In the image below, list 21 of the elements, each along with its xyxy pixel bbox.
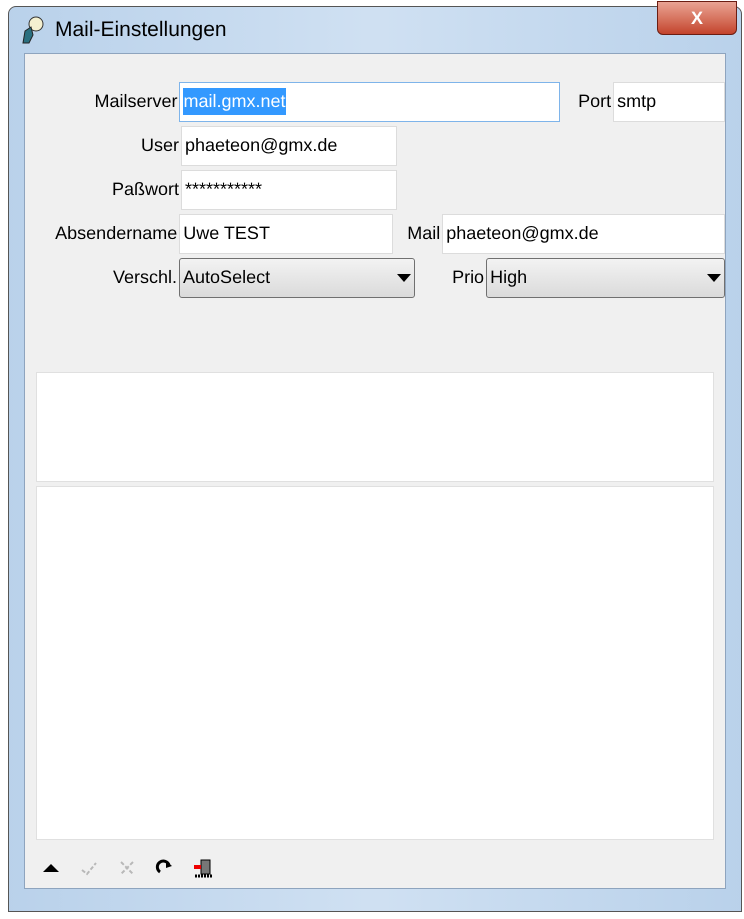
field-label: Absendername [54,222,178,246]
caret-icon [397,274,411,282]
dropdown[interactable]: AutoSelect [179,258,415,298]
input-field[interactable]: smtp [613,82,725,122]
field-label: Verschl. [112,266,178,290]
text-area[interactable] [36,372,714,482]
field-label: Mailserver [93,90,178,114]
caret-icon [707,274,721,282]
field-label: User [140,134,180,158]
field-label: Paßwort [110,178,180,202]
text-area[interactable] [36,486,714,840]
input-field[interactable]: Uwe TEST [179,214,393,254]
input-field[interactable]: phaeteon@gmx.de [442,214,725,254]
exit-door-icon [193,858,213,878]
input-field[interactable]: phaeteon@gmx.de [181,126,397,166]
field-label: Mail [406,222,442,246]
dropdown[interactable]: High [486,258,725,298]
field-label: Port [577,90,612,114]
window-title: Mail-Einstellungen [55,17,227,44]
input-field[interactable]: *********** [181,170,397,210]
field-label: Prio [451,266,486,290]
